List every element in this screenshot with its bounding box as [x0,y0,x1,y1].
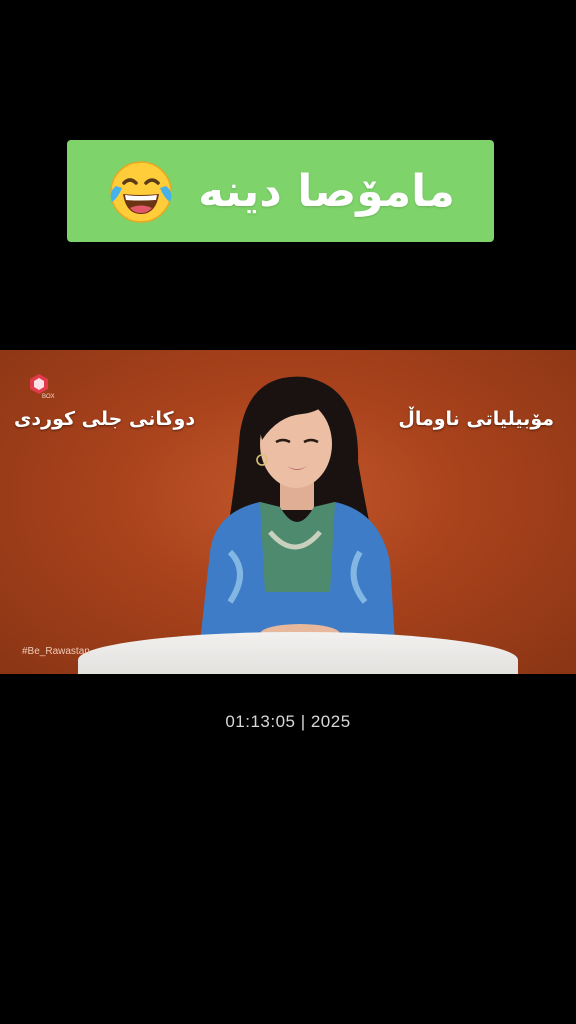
overlay-text-left: دوکانی جلی کوردی [14,408,196,430]
video-player[interactable]: BOX دوکانی جلی کوردی مۆبیلیاتی ناوماڵ #B… [0,350,576,674]
overlay-text-right: مۆبیلیاتی ناوماڵ [398,408,554,430]
presenter-desk [78,632,518,674]
hashtag-watermark: #Be_Rawastan [22,646,90,657]
logo-caption: BOX [42,394,55,400]
face-with-tears-of-joy-icon [110,161,172,223]
title-banner: مامۆصا دینە [67,140,494,242]
timestamp-text: 01:13:05 | 2025 [225,712,351,731]
title-text: مامۆصا دینە [198,165,455,217]
presenter-image [200,376,395,644]
